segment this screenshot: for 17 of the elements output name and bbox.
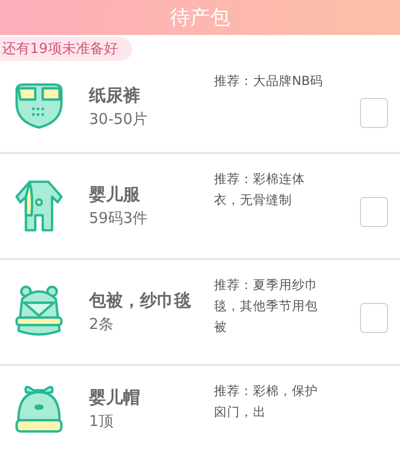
item-name: 纸尿裤 xyxy=(89,85,141,108)
item-name: 婴儿服 xyxy=(89,184,141,207)
recommendation-text: 推荐：大品牌NB码 xyxy=(214,72,324,90)
item-name: 婴儿帽 xyxy=(89,387,141,410)
item-quantity: 30-50片 xyxy=(89,109,149,130)
item-quantity: 59码3件 xyxy=(89,208,149,229)
page-title: 待产包 xyxy=(170,4,230,30)
item-quantity: 1顶 xyxy=(89,411,115,432)
recommendation-text: 推荐：彩棉连体衣，无骨缝制 xyxy=(214,170,306,209)
recommendation-text: 推荐：夏季用纱巾毯，其他季节用包被 xyxy=(214,276,319,336)
checkbox[interactable] xyxy=(360,197,388,227)
remaining-count-badge: 还有19项未准备好 xyxy=(0,36,132,60)
item-quantity: 2条 xyxy=(89,314,115,335)
recommendation-text: 推荐：彩棉，保护囟门，出 xyxy=(214,382,319,421)
item-name: 包被，纱巾毯 xyxy=(89,290,192,313)
checkbox[interactable] xyxy=(360,303,388,333)
checkbox[interactable] xyxy=(360,98,388,128)
